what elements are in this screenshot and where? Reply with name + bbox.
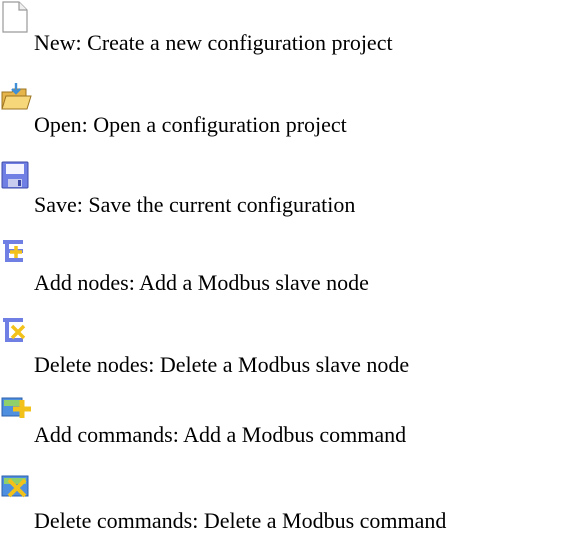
new-document-icon: [0, 0, 34, 34]
delete-command-icon: [0, 470, 34, 504]
save-description: Save: Save the current configuration: [34, 192, 356, 217]
add-node-icon: [0, 236, 34, 270]
delete-commands-description: Delete commands: Delete a Modbus command: [34, 508, 447, 533]
add-command-icon: [0, 392, 34, 426]
list-item-open: Open: Open a configuration project: [0, 80, 578, 137]
open-description: Open: Open a configuration project: [34, 112, 347, 137]
add-nodes-description: Add nodes: Add a Modbus slave node: [34, 270, 369, 295]
list-item-delete-commands: Delete commands: Delete a Modbus command: [0, 470, 578, 533]
new-description: New: Create a new configuration project: [34, 30, 393, 55]
open-folder-icon: [0, 80, 34, 114]
delete-node-icon: [0, 314, 34, 348]
list-item-new: New: Create a new configuration project: [0, 0, 578, 55]
delete-nodes-description: Delete nodes: Delete a Modbus slave node: [34, 352, 410, 377]
save-disk-icon: [0, 158, 34, 192]
add-commands-description: Add commands: Add a Modbus command: [34, 422, 407, 447]
list-item-save: Save: Save the current configuration: [0, 158, 578, 217]
list-item-add-nodes: Add nodes: Add a Modbus slave node: [0, 236, 578, 295]
list-item-add-commands: Add commands: Add a Modbus command: [0, 392, 578, 447]
list-item-delete-nodes: Delete nodes: Delete a Modbus slave node: [0, 314, 578, 377]
